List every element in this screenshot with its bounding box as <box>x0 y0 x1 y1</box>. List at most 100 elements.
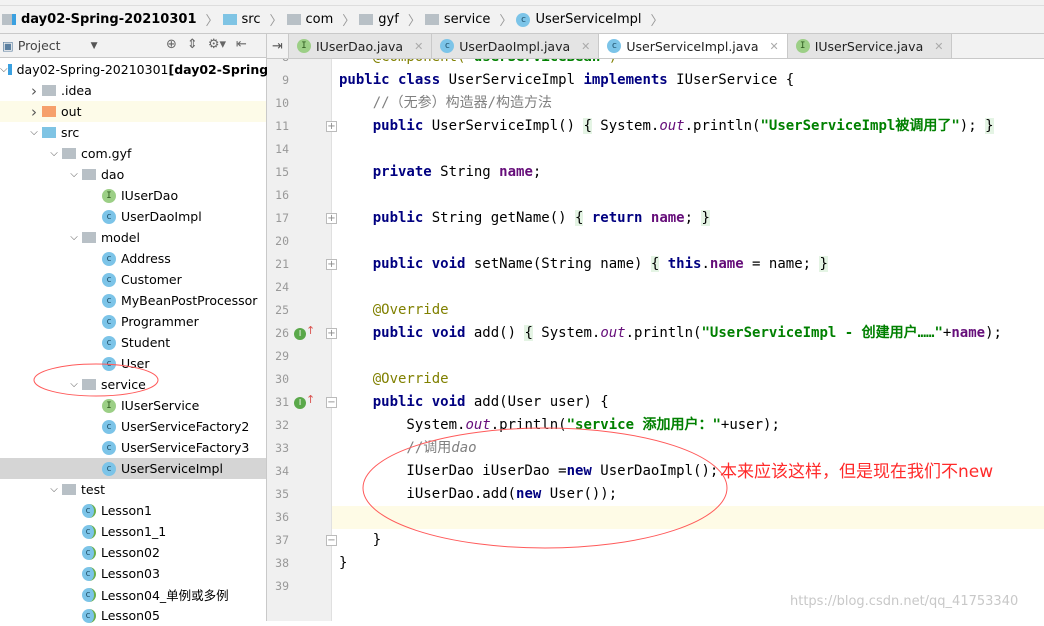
hide-panel-icon[interactable]: ⇤ <box>236 37 247 52</box>
tree-item[interactable]: › .idea <box>0 80 266 101</box>
implements-method-icon[interactable]: I <box>294 328 306 340</box>
class-icon: c <box>102 209 116 224</box>
test-class-icon: c <box>82 524 96 539</box>
breadcrumb-label: day02-Spring-20210301 <box>21 12 197 27</box>
tree-item[interactable]: c Customer <box>0 269 266 290</box>
breadcrumb: day02-Spring-20210301 〉 src 〉 com 〉 gyf 〉 servic… <box>0 6 1044 34</box>
class-icon: c <box>440 39 455 53</box>
gear-icon[interactable]: ⚙▾ <box>208 37 226 52</box>
chevron-down-icon[interactable]: ⌵ <box>66 232 82 243</box>
tree-item[interactable]: c Address <box>0 248 266 269</box>
chevron-down-icon[interactable]: ⌵ <box>66 169 82 180</box>
annotation-note: 本来应该这样，但是现在我们不new <box>720 462 994 482</box>
code-token: out <box>600 325 626 341</box>
breadcrumb-item[interactable]: gyf 〉 <box>359 10 421 29</box>
expand-fold-icon[interactable]: + <box>326 328 337 339</box>
tree-item[interactable]: c Lesson02 <box>0 542 266 563</box>
chevron-down-icon[interactable]: ⌵ <box>66 379 82 390</box>
chevron-down-icon[interactable]: ⌵ <box>26 127 42 138</box>
package-icon <box>424 14 439 25</box>
line-number: 14 <box>275 142 289 156</box>
tree-item-label: User <box>121 356 150 371</box>
chevron-right-icon: 〉 <box>205 14 219 29</box>
code-token: } <box>985 118 994 134</box>
code-token: String <box>440 164 500 180</box>
project-view-selector[interactable]: Project <box>18 38 61 53</box>
tab-userdaoimpl-java[interactable]: c UserDaoImpl.java ✕ <box>432 34 600 58</box>
tree-item[interactable]: c UserServiceImpl <box>0 458 266 479</box>
close-icon[interactable]: ✕ <box>414 40 423 53</box>
breadcrumb-item[interactable]: service 〉 <box>424 10 512 29</box>
expand-fold-icon[interactable]: + <box>326 259 337 270</box>
arrow-up-icon: ↑ <box>306 324 316 337</box>
chevron-right-icon[interactable]: › <box>26 82 42 100</box>
code-token: System. <box>339 417 466 433</box>
breadcrumb-item[interactable]: src 〉 <box>222 10 283 29</box>
package-icon <box>359 14 374 25</box>
expand-fold-icon[interactable]: + <box>326 121 337 132</box>
chevron-right-icon: 〉 <box>407 14 421 29</box>
chevron-down-icon[interactable]: ⌵ <box>0 64 8 75</box>
code-token: userServiceBean <box>474 59 600 65</box>
tree-item[interactable]: c MyBeanPostProcessor <box>0 290 266 311</box>
arrow-up-icon: ↑ <box>306 393 316 406</box>
tree-item[interactable]: c Programmer <box>0 311 266 332</box>
editor-tabs: ⇥ I IUserDao.java ✕ c UserDaoImpl.java ✕ c User… <box>267 34 1044 59</box>
line-number: 8 <box>267 59 289 64</box>
tree-item[interactable]: c Lesson05 <box>0 605 266 626</box>
tree-item[interactable]: c UserServiceFactory2 <box>0 416 266 437</box>
tree-item[interactable]: ⌵ test <box>0 479 266 500</box>
code-token: UserServiceImpl <box>448 72 584 88</box>
tab-iuserdao-java[interactable]: I IUserDao.java ✕ <box>289 34 433 58</box>
tree-item[interactable]: ⌵ model <box>0 227 266 248</box>
code-token: = name; <box>743 256 820 272</box>
collapse-fold-icon[interactable]: − <box>326 535 337 546</box>
tree-item[interactable]: c Lesson1 <box>0 500 266 521</box>
code-line: IUserDao iUserDao =new UserDaoImpl(); <box>339 460 718 483</box>
code-token: out <box>659 118 685 134</box>
tab-userserviceimpl-java[interactable]: c UserServiceImpl.java ✕ <box>599 34 788 58</box>
tree-item[interactable]: c Lesson1_1 <box>0 521 266 542</box>
tree-item-label: Lesson1 <box>101 503 152 518</box>
tree-item[interactable]: › out <box>0 101 266 122</box>
breadcrumb-item[interactable]: c UserServiceImpl 〉 <box>516 10 664 29</box>
line-number: 32 <box>275 418 289 432</box>
breadcrumb-item[interactable]: day02-Spring-20210301 〉 <box>2 10 219 29</box>
code-token: "UserServiceImpl被调用了" <box>760 118 960 134</box>
code-line: @Override <box>339 299 449 322</box>
close-icon[interactable]: ✕ <box>769 40 778 53</box>
tree-item[interactable]: I IUserService <box>0 395 266 416</box>
implements-method-icon[interactable]: I <box>294 397 306 409</box>
tree-item[interactable]: c UserServiceFactory3 <box>0 437 266 458</box>
tree-item[interactable]: ⌵ src <box>0 122 266 143</box>
locate-icon[interactable]: ⊕ <box>166 37 177 52</box>
collapse-fold-icon[interactable]: − <box>326 397 337 408</box>
tree-item[interactable]: c Lesson03 <box>0 563 266 584</box>
code-editor[interactable]: 891011+14151617+2021+242526I↑+293031I↑−3… <box>267 59 1044 621</box>
chevron-down-icon[interactable]: ⌵ <box>46 484 62 495</box>
breadcrumb-item[interactable]: com 〉 <box>286 10 355 29</box>
tree-item[interactable]: c Lesson04_单例或多例 <box>0 584 266 605</box>
collapse-all-icon[interactable]: ⇕ <box>187 37 198 52</box>
code-token: name <box>650 210 685 226</box>
tree-item[interactable]: c UserDaoImpl <box>0 206 266 227</box>
code-token: ; <box>684 210 702 226</box>
expand-fold-icon[interactable]: + <box>326 213 337 224</box>
code-line: @Override <box>339 368 449 391</box>
tree-item[interactable]: ⌵ service <box>0 374 266 395</box>
chevron-down-icon[interactable]: ▼ <box>91 41 98 51</box>
close-icon[interactable]: ✕ <box>581 40 590 53</box>
tree-item[interactable]: c User <box>0 353 266 374</box>
tree-item[interactable]: I IUserDao <box>0 185 266 206</box>
chevron-down-icon[interactable]: ⌵ <box>46 148 62 159</box>
close-icon[interactable]: ✕ <box>934 40 943 53</box>
tab-iuserservice-java[interactable]: I IUserService.java ✕ <box>787 34 953 58</box>
tree-item[interactable]: ⌵ day02-Spring-20210301 [day02-Spring- <box>0 59 273 80</box>
tree-item[interactable]: ⌵ dao <box>0 164 266 185</box>
chevron-right-icon[interactable]: › <box>26 103 42 121</box>
code-line: iUserDao.add(new User()); <box>339 483 617 506</box>
code-token: setName(String name) <box>473 256 651 272</box>
code-line: @Component("userServiceBean") <box>339 59 617 69</box>
tree-item[interactable]: ⌵ com.gyf <box>0 143 266 164</box>
tree-item[interactable]: c Student <box>0 332 266 353</box>
